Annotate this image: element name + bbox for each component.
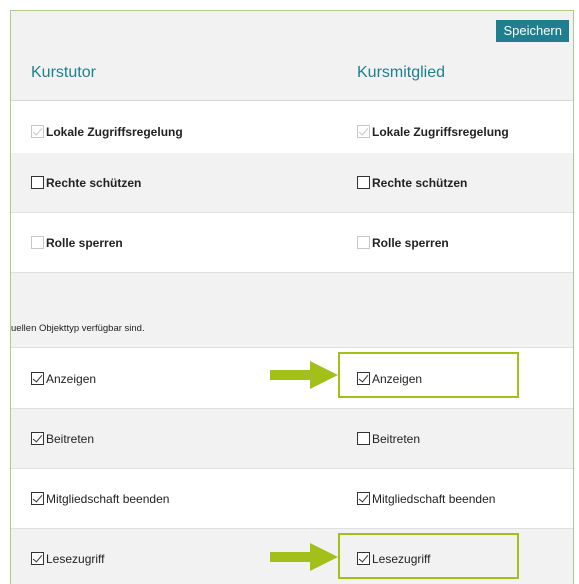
checkbox-icon[interactable] (31, 552, 44, 565)
tutor-leave[interactable]: Mitgliedschaft beenden (31, 469, 169, 528)
checkbox-icon[interactable] (31, 492, 44, 505)
checkbox-icon[interactable] (31, 176, 44, 189)
column-header-tutor: Kurstutor (31, 64, 96, 81)
checkbox-icon[interactable] (31, 125, 44, 138)
column-header-member: Kursmitglied (357, 64, 446, 81)
arrow-right-icon (270, 543, 338, 571)
tutor-read[interactable]: Lesezugriff (31, 529, 104, 584)
permission-label: Lesezugriff (46, 551, 105, 566)
checkbox-icon[interactable] (357, 125, 370, 138)
member-protect-rights[interactable]: Rechte schützen (357, 153, 467, 212)
setting-label: Rechte schützen (372, 175, 468, 190)
arrow-right-icon (270, 361, 338, 389)
highlight-box-read (338, 533, 519, 579)
setting-label: Lokale Zugriffsregelung (46, 124, 183, 139)
member-lock-role[interactable]: Rolle sperren (357, 213, 449, 272)
permission-label: Mitgliedschaft beenden (372, 491, 496, 506)
setting-label: Lokale Zugriffsregelung (372, 124, 509, 139)
permission-row-join: Beitreten Beitreten (11, 409, 573, 469)
tutor-lock-role[interactable]: Rolle sperren (31, 213, 123, 272)
column-header-row: Kurstutor Kursmitglied (11, 51, 573, 101)
checkbox-icon[interactable] (31, 236, 44, 249)
object-type-note: uellen Objekttyp verfügbar sind. (11, 323, 145, 334)
setting-label: Rolle sperren (372, 235, 449, 250)
member-join[interactable]: Beitreten (357, 409, 420, 468)
toolbar: Speichern (11, 11, 573, 51)
setting-label: Rechte schützen (46, 175, 142, 190)
checkbox-icon[interactable] (31, 432, 44, 445)
checkbox-icon[interactable] (31, 372, 44, 385)
tutor-protect-rights[interactable]: Rechte schützen (31, 153, 141, 212)
checkbox-icon[interactable] (357, 176, 370, 189)
permissions-panel: Speichern Kurstutor Kursmitglied Lokale … (10, 10, 574, 584)
permission-row-leave: Mitgliedschaft beenden Mitgliedschaft be… (11, 469, 573, 529)
permission-label: Anzeigen (46, 371, 97, 386)
save-button[interactable]: Speichern (496, 20, 569, 42)
checkbox-icon[interactable] (357, 492, 370, 505)
permission-label: Beitreten (372, 431, 421, 446)
tutor-view[interactable]: Anzeigen (31, 349, 96, 408)
setting-label: Rolle sperren (46, 235, 123, 250)
checkbox-icon[interactable] (357, 236, 370, 249)
permission-label: Beitreten (46, 431, 95, 446)
tutor-join[interactable]: Beitreten (31, 409, 94, 468)
setting-row-protect-rights: Rechte schützen Rechte schützen (11, 153, 573, 213)
member-leave[interactable]: Mitgliedschaft beenden (357, 469, 495, 528)
highlight-box-view (338, 352, 519, 398)
setting-row-lock-role: Rolle sperren Rolle sperren (11, 213, 573, 273)
checkbox-icon[interactable] (357, 432, 370, 445)
permission-label: Mitgliedschaft beenden (46, 491, 170, 506)
object-type-note-row: uellen Objekttyp verfügbar sind. (11, 273, 573, 348)
